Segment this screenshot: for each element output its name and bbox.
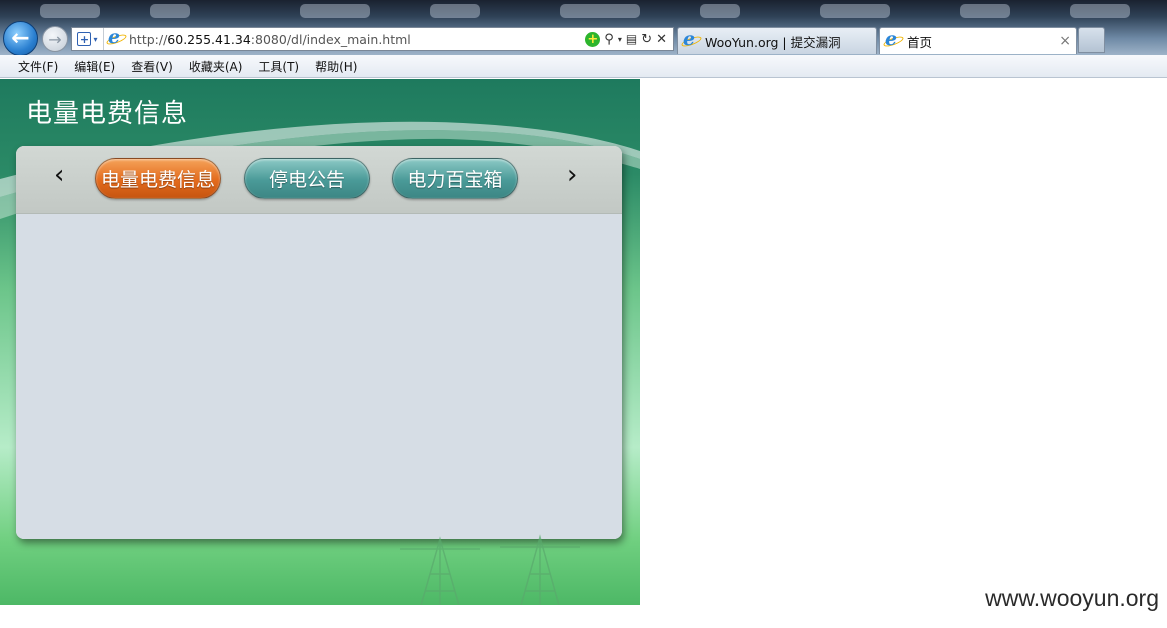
menu-help[interactable]: 帮助(H)	[307, 58, 365, 75]
back-arrow-icon: ←	[11, 26, 30, 51]
forward-arrow-icon: →	[48, 29, 62, 49]
content-panel: ‹ 电量电费信息 停电公告 电力百宝箱 ›	[16, 146, 622, 539]
back-button[interactable]: ←	[3, 21, 38, 55]
menu-favorites[interactable]: 收藏夹(A)	[181, 58, 251, 75]
new-tab-button[interactable]	[1078, 27, 1105, 53]
search-icon[interactable]: ⚲	[604, 32, 614, 47]
menu-view[interactable]: 查看(V)	[123, 58, 181, 75]
ie-logo-icon: e	[882, 29, 905, 50]
compat-view-icon: +	[77, 32, 92, 46]
nav-tab-strip: ‹ 电量电费信息 停电公告 电力百宝箱 ›	[16, 146, 622, 214]
tab-outage-notice[interactable]: 停电公告	[244, 158, 370, 199]
tab-wooyun[interactable]: e WooYun.org | 提交漏洞	[677, 27, 877, 54]
tab-label: 首页	[907, 34, 933, 50]
menu-tools[interactable]: 工具(T)	[250, 58, 307, 75]
chevron-right-icon[interactable]: ›	[567, 160, 577, 190]
page-content: 电量电费信息 ‹ 电量电费信息 停电公告 电力百宝箱 ›	[0, 79, 640, 605]
watermark-text: www.wooyun.org	[985, 585, 1159, 611]
power-tower-decoration	[400, 534, 580, 605]
ie-logo-icon: e	[680, 29, 703, 50]
menu-bar: 文件(F) 编辑(E) 查看(V) 收藏夹(A) 工具(T) 帮助(H)	[0, 55, 1167, 78]
page-title: 电量电费信息	[26, 99, 189, 129]
ie-logo-icon: e	[105, 27, 128, 48]
menu-file[interactable]: 文件(F)	[10, 58, 66, 75]
chevron-left-icon[interactable]: ‹	[54, 160, 64, 190]
stop-icon[interactable]: ✕	[656, 32, 667, 47]
browser-toolbar: ← → + ▾ e http://60.255.41.34:8080/dl/in…	[0, 0, 1167, 55]
url-text[interactable]: http://60.255.41.34:8080/dl/index_main.h…	[129, 32, 585, 47]
cert-icon[interactable]: +	[585, 31, 601, 47]
menu-edit[interactable]: 编辑(E)	[66, 58, 123, 75]
refresh-icon[interactable]: ↻	[641, 32, 652, 47]
compat-page-icon[interactable]: ▤	[626, 32, 637, 46]
compatibility-view-button[interactable]: + ▾	[72, 28, 104, 50]
tab-label: WooYun.org | 提交漏洞	[705, 34, 841, 50]
tab-electricity-info[interactable]: 电量电费信息	[95, 158, 221, 199]
address-bar[interactable]: + ▾ e http://60.255.41.34:8080/dl/index_…	[71, 27, 674, 51]
panel-body	[16, 214, 622, 539]
tab-power-toolbox[interactable]: 电力百宝箱	[392, 158, 518, 199]
forward-button[interactable]: →	[42, 26, 68, 52]
close-icon[interactable]: ×	[1059, 33, 1071, 49]
tab-home[interactable]: e 首页 ×	[879, 27, 1077, 54]
